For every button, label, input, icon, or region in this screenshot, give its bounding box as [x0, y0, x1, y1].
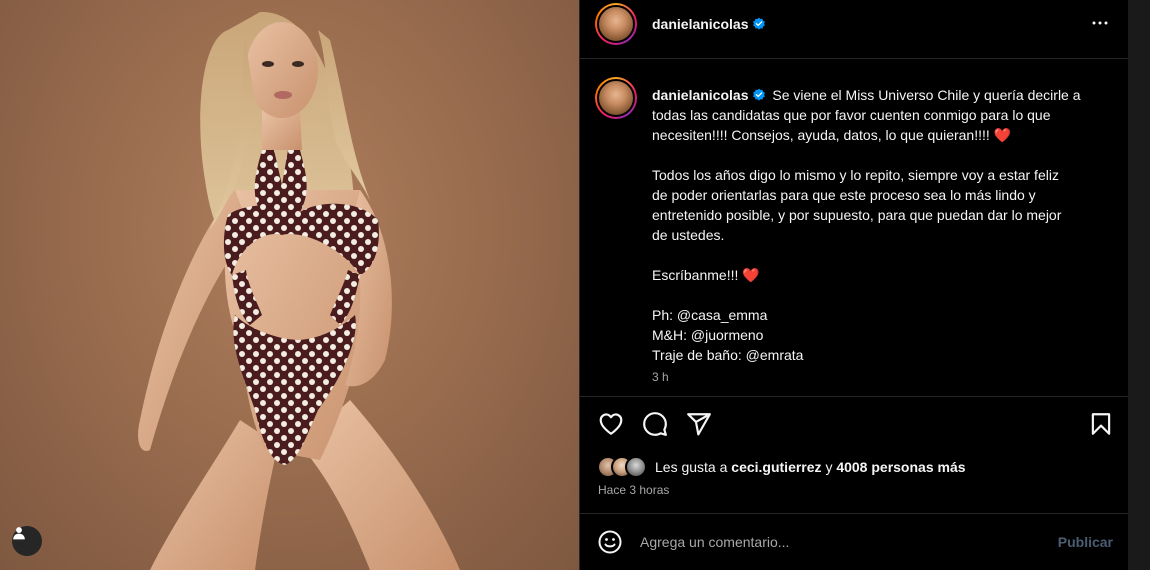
comment-icon — [643, 412, 667, 436]
comment-input[interactable] — [640, 528, 1040, 556]
caption-line-3: necesiten!!!! Consejos, ayuda, datos, lo… — [652, 127, 990, 143]
post-photo[interactable] — [0, 0, 579, 570]
user-tags-button[interactable] — [12, 526, 42, 556]
author-username[interactable]: danielanicolas — [652, 16, 766, 32]
verified-badge-icon — [753, 17, 766, 30]
save-button[interactable] — [1088, 411, 1114, 442]
author-username-text[interactable]: danielanicolas — [652, 16, 748, 32]
more-options-icon — [1092, 21, 1108, 25]
post-timestamp[interactable]: Hace 3 horas — [598, 483, 669, 497]
likes-user-link[interactable]: ceci.gutierrez — [731, 459, 821, 475]
emoji-icon — [598, 530, 622, 554]
bookmark-icon — [1091, 413, 1111, 435]
page-edge — [1128, 0, 1150, 570]
more-options-button[interactable] — [1091, 14, 1109, 37]
comment-bar: Publicar — [580, 513, 1129, 570]
post-details-panel: danielanicolas danielanicolas Se viene e… — [579, 0, 1129, 570]
photo-illustration — [138, 11, 460, 570]
share-button[interactable] — [686, 411, 712, 442]
caption-credits: Ph: @casa_emma M&H: @juormeno Traje de b… — [652, 307, 804, 363]
likes-count-link[interactable]: 4008 personas más — [836, 459, 965, 475]
caption-line-2: todas las candidatas que por favor cuent… — [652, 107, 1051, 123]
heart-icon — [599, 413, 623, 435]
caption-timestamp[interactable]: 3 h — [652, 370, 669, 384]
heart-emoji: ❤️ — [742, 267, 760, 283]
post-header: danielanicolas — [580, 0, 1129, 59]
like-button[interactable] — [598, 411, 624, 442]
comment-button[interactable] — [642, 411, 668, 442]
emoji-button[interactable] — [598, 530, 622, 559]
heart-emoji: ❤️ — [993, 127, 1012, 143]
likes-summary: Les gusta a ceci.gutierrez y 4008 person… — [597, 456, 966, 478]
caption-author-avatar[interactable] — [595, 77, 637, 119]
liker-avatar[interactable] — [625, 456, 647, 478]
post-caption: danielanicolas Se viene el Miss Universo… — [580, 59, 1129, 397]
caption-line-1: Se viene el Miss Universo Chile y quería… — [772, 87, 1081, 103]
caption-paragraph-3: Escríbanme!!! — [652, 267, 739, 283]
publish-button[interactable]: Publicar — [1058, 534, 1113, 550]
caption-paragraph-2: Todos los años digo lo mismo y lo repito… — [652, 167, 1062, 243]
verified-badge-icon — [753, 88, 766, 101]
share-icon — [687, 413, 711, 436]
likes-text: Les gusta a ceci.gutierrez y 4008 person… — [655, 459, 966, 475]
caption-text: danielanicolas Se viene el Miss Universo… — [652, 85, 1112, 365]
author-avatar[interactable] — [595, 3, 637, 45]
user-icon — [13, 527, 25, 540]
caption-username[interactable]: danielanicolas — [652, 87, 766, 103]
action-bar — [580, 397, 1129, 453]
